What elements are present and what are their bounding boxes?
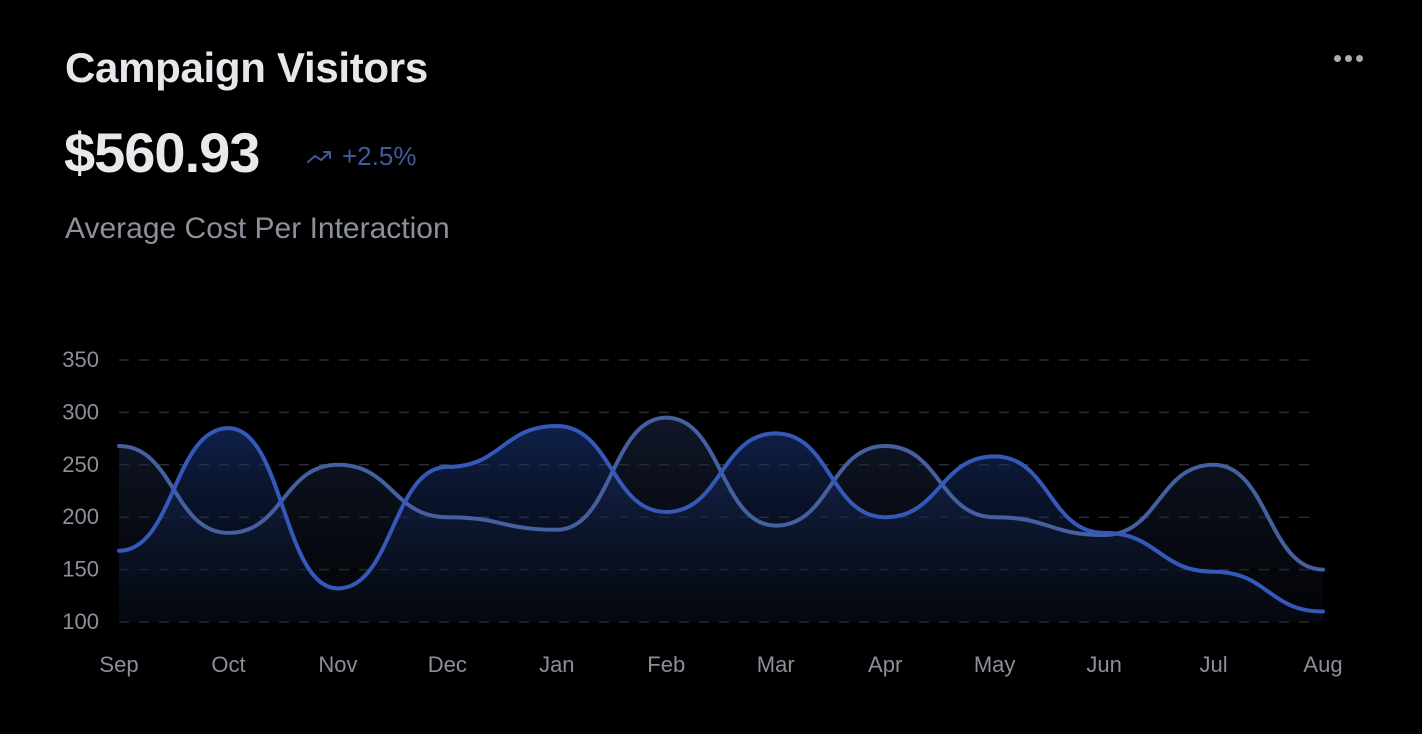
- x-tick-label: Jul: [1199, 652, 1227, 677]
- y-tick-label: 100: [62, 609, 99, 634]
- y-tick-label: 350: [62, 347, 99, 372]
- x-tick-label: Nov: [318, 652, 357, 677]
- y-tick-label: 150: [62, 557, 99, 582]
- y-tick-label: 200: [62, 504, 99, 529]
- x-axis: Sep Oct Nov Dec Jan Feb Mar Apr May Jun Jul Aug: [99, 652, 1342, 677]
- x-tick-label: Jan: [539, 652, 574, 677]
- x-tick-label: Aug: [1303, 652, 1342, 677]
- y-axis: 100 150 200 250 300 350: [62, 347, 99, 634]
- y-tick-label: 250: [62, 452, 99, 477]
- y-tick-label: 300: [62, 399, 99, 424]
- x-tick-label: Feb: [647, 652, 685, 677]
- area-chart: 100 150 200 250 300 350 Sep Oct Nov Dec Jan Feb Mar…: [62, 347, 1342, 677]
- chart-card: Campaign Visitors $560.93 +2.5% Average …: [0, 0, 1422, 734]
- x-tick-label: Sep: [99, 652, 138, 677]
- x-tick-label: May: [974, 652, 1016, 677]
- x-tick-label: Dec: [428, 652, 467, 677]
- x-tick-label: Mar: [757, 652, 795, 677]
- x-tick-label: Jun: [1086, 652, 1121, 677]
- x-tick-label: Oct: [211, 652, 245, 677]
- x-tick-label: Apr: [868, 652, 902, 677]
